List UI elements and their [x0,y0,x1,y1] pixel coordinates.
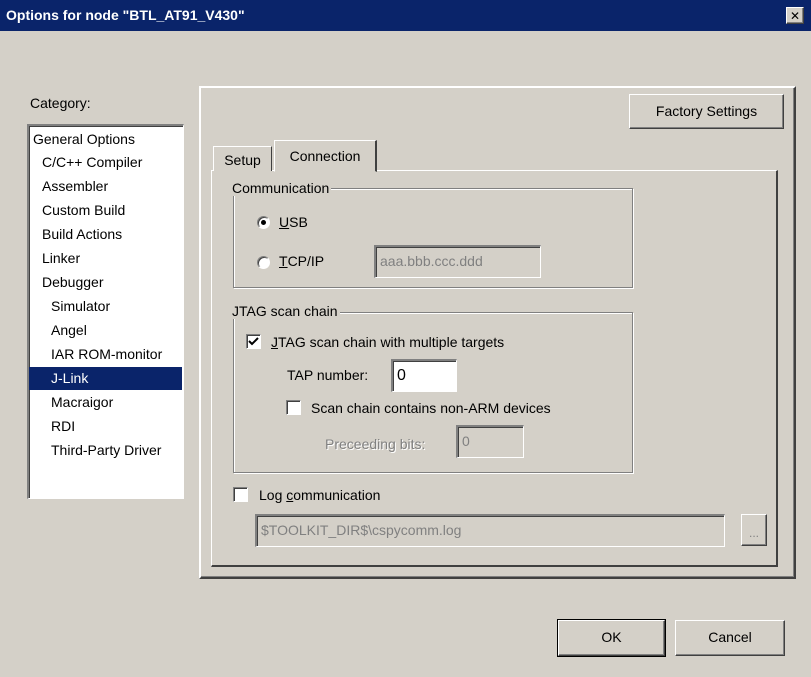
category-item-iar-rom-monitor[interactable]: IAR ROM-monitor [29,343,182,366]
jtag-scan-chain-group-title: JTAG scan chain [230,303,340,319]
category-item-debugger[interactable]: Debugger [29,271,182,294]
preceeding-bits-input[interactable]: 0 [456,425,524,458]
ok-button[interactable]: OK [558,620,665,656]
log-communication-label[interactable]: Log communication [259,486,380,504]
tab-setup[interactable]: Setup [213,146,272,171]
radio-selected-dot [261,220,266,225]
category-item-third-party-driver[interactable]: Third-Party Driver [29,439,182,462]
usb-label[interactable]: USB [279,213,308,231]
category-item-cpp-compiler[interactable]: C/C++ Compiler [29,151,182,174]
browse-button[interactable]: ... [741,514,767,546]
category-item-general-options[interactable]: General Options [29,128,182,151]
tap-number-input[interactable]: 0 [391,359,457,392]
communication-group-title: Communication [230,180,332,196]
window-title: Options for node "BTL_AT91_V430" [6,7,245,23]
checkmark-icon [248,337,259,346]
close-icon: ✕ [789,8,801,23]
category-list[interactable]: General Options C/C++ Compiler Assembler… [27,124,184,499]
category-item-build-actions[interactable]: Build Actions [29,223,182,246]
factory-settings-button[interactable]: Factory Settings [629,94,784,129]
ip-address-field[interactable]: aaa.bbb.ccc.ddd [374,245,541,278]
tcpip-label[interactable]: TCP/IP [279,252,324,270]
category-item-simulator[interactable]: Simulator [29,295,182,318]
jtag-multiple-targets-checkbox[interactable] [246,334,261,349]
category-item-assembler[interactable]: Assembler [29,175,182,198]
close-button[interactable]: ✕ [786,7,804,24]
category-item-custom-build[interactable]: Custom Build [29,199,182,222]
category-item-rdi[interactable]: RDI [29,415,182,438]
non-arm-devices-checkbox[interactable] [286,400,301,415]
category-label: Category: [30,95,91,111]
tab-connection[interactable]: Connection [274,140,377,172]
category-item-j-link[interactable]: J-Link [29,367,182,390]
preceeding-bits-label: Preceeding bits: [325,436,426,452]
tap-number-label: TAP number: [287,367,369,383]
title-bar: Options for node "BTL_AT91_V430" ✕ [0,0,811,31]
usb-radio[interactable] [257,216,270,229]
jtag-multiple-targets-label[interactable]: JTAG scan chain with multiple targets [271,333,504,351]
category-item-angel[interactable]: Angel [29,319,182,342]
tcpip-radio[interactable] [257,256,270,269]
log-communication-checkbox[interactable] [233,487,248,502]
cancel-button[interactable]: Cancel [675,620,785,656]
category-item-macraigor[interactable]: Macraigor [29,391,182,414]
category-item-linker[interactable]: Linker [29,247,182,270]
log-file-path-field[interactable]: $TOOLKIT_DIR$\cspycomm.log [255,514,725,547]
non-arm-devices-label[interactable]: Scan chain contains non-ARM devices [311,399,551,417]
